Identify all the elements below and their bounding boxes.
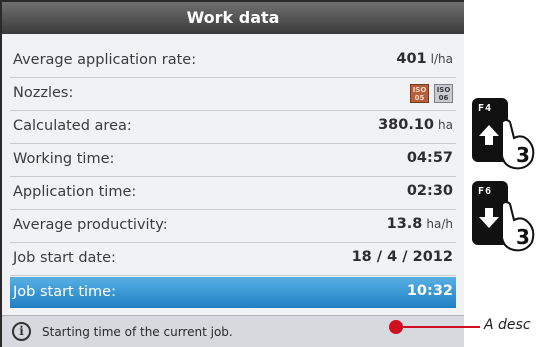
info-icon: i — [12, 322, 31, 341]
row-average-application-rate: Average application rate: 401 l/ha — [10, 45, 456, 78]
svg-text:3: 3 — [516, 225, 530, 249]
hand-press-icon: 3 — [501, 119, 535, 170]
row-nozzles: Nozzles: ISO 05 ISO 06 — [10, 78, 456, 111]
row-value: 401 l/ha — [396, 51, 453, 67]
row-value: 380.10 ha — [378, 117, 453, 133]
row-calculated-area: Calculated area: 380.10 ha — [10, 111, 456, 144]
row-job-start-date: Job start date: 18 / 4 / 2012 — [10, 243, 456, 276]
row-job-start-time[interactable]: Job start time: 10:32 — [10, 277, 456, 308]
display-screen: Work data Average application rate: 401 l… — [0, 0, 464, 347]
row-unit: l/ha — [430, 52, 453, 66]
key-label: F6 — [478, 186, 493, 197]
row-label: Working time: — [13, 151, 115, 167]
row-label: Nozzles: — [13, 85, 74, 101]
row-label: Average application rate: — [13, 52, 197, 68]
row-value: 10:32 — [406, 283, 453, 299]
work-data-list: Average application rate: 401 l/ha Nozzle… — [10, 45, 456, 308]
row-label: Average productivity: — [13, 217, 168, 233]
nozzle-iso-05-icon: ISO 05 — [410, 84, 429, 103]
status-text: Starting time of the current job. — [42, 325, 233, 339]
nozzle-iso-06-icon: ISO 06 — [434, 84, 453, 103]
callout-line — [400, 326, 480, 328]
row-value: 18 / 4 / 2012 — [351, 249, 453, 265]
row-unit: ha — [438, 118, 453, 132]
row-label: Job start date: — [13, 250, 116, 266]
row-unit: ha/h — [426, 217, 453, 231]
row-label: Calculated area: — [13, 118, 132, 134]
key-label: F4 — [478, 103, 493, 114]
row-label: Application time: — [13, 184, 137, 200]
row-label: Job start time: — [13, 284, 116, 300]
row-average-productivity: Average productivity: 13.8 ha/h — [10, 210, 456, 243]
callout-text: A desc — [484, 317, 531, 333]
row-value: 13.8 ha/h — [386, 216, 453, 232]
svg-text:3: 3 — [516, 143, 530, 167]
row-working-time: Working time: 04:57 — [10, 144, 456, 177]
row-application-time: Application time: 02:30 — [10, 177, 456, 210]
nozzle-icons: ISO 05 ISO 06 — [410, 84, 453, 103]
row-value: 04:57 — [406, 150, 453, 166]
screen-title: Work data — [2, 2, 464, 34]
row-value: 02:30 — [406, 183, 453, 199]
hand-press-icon: 3 — [501, 201, 535, 252]
